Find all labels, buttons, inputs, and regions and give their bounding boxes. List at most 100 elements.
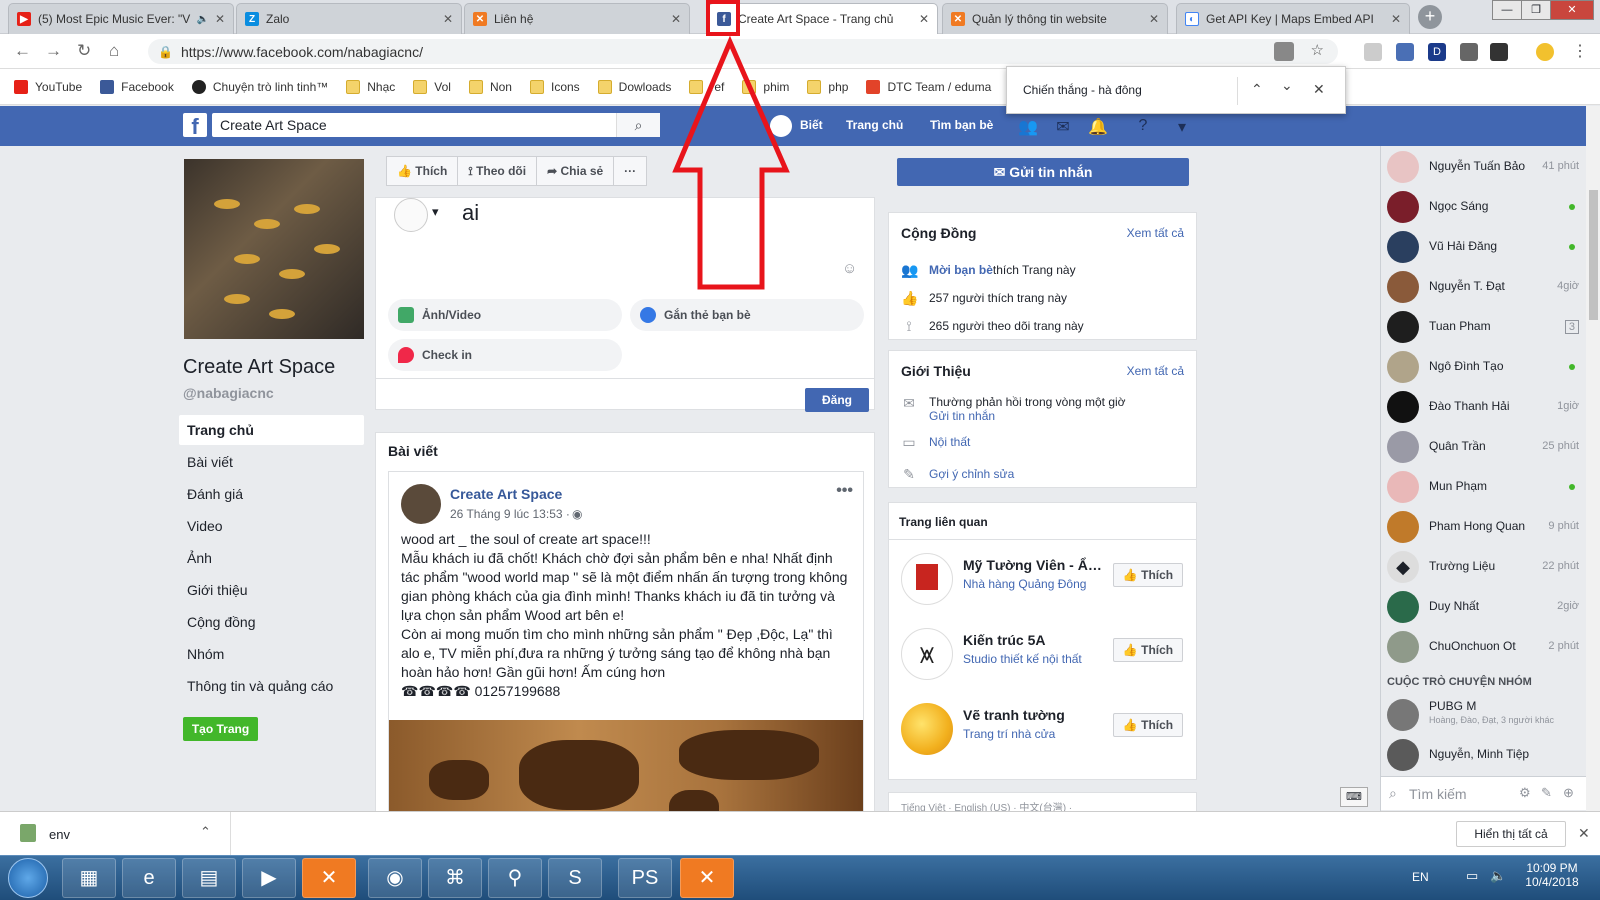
chat-contact[interactable]: Ngô Đình Tạo xyxy=(1381,346,1587,386)
notifications-icon[interactable]: 🔔 xyxy=(1088,117,1108,136)
compose-icon[interactable]: ✎ xyxy=(1541,785,1552,801)
related-page-name[interactable]: Vẽ tranh tường xyxy=(963,707,1108,723)
chat-contact[interactable]: Pham Hong Quan 9 phút xyxy=(1381,506,1587,546)
xampp-icon[interactable]: ✕ xyxy=(680,858,734,898)
search-icon[interactable]: ⌕ xyxy=(616,113,660,137)
page-scrollbar[interactable] xyxy=(1586,106,1600,811)
group-chat[interactable]: PUBG M Hoàng, Đào, Đạt, 3 người khác xyxy=(1381,694,1587,734)
chat-contact[interactable]: Ngọc Sáng xyxy=(1381,186,1587,226)
reload-icon[interactable]: ↻ xyxy=(77,41,91,61)
related-page-category[interactable]: Nhà hàng Quảng Đông xyxy=(963,577,1086,591)
minimize-button[interactable]: — xyxy=(1492,0,1522,20)
related-page-category[interactable]: Studio thiết kế nội thất xyxy=(963,652,1082,666)
more-button[interactable]: ··· xyxy=(613,156,648,186)
bookmark-youtube[interactable]: YouTube xyxy=(14,79,82,94)
related-page-item[interactable]: Mỹ Tường Viên - Ẩm ... Nhà hàng Quảng Đô… xyxy=(889,543,1198,613)
chat-contact[interactable]: Quân Trần 25 phút xyxy=(1381,426,1587,466)
chrome-icon[interactable]: ◉ xyxy=(368,858,422,898)
home-icon[interactable]: ⌂ xyxy=(109,41,119,61)
composer-text[interactable]: ai xyxy=(462,200,479,226)
bookmark-chuyen-tro[interactable]: Chuyện trò linh tinh™ xyxy=(191,79,328,94)
bookmark-facebook[interactable]: Facebook xyxy=(100,79,174,94)
close-icon[interactable]: ✕ xyxy=(1149,12,1159,26)
caret-down-icon[interactable]: ▾ xyxy=(1172,117,1192,136)
find-input[interactable]: Chiến thắng - hà đông xyxy=(1023,83,1142,97)
chat-contact[interactable]: Mun Phạm xyxy=(1381,466,1587,506)
language-indicator[interactable]: EN xyxy=(1412,870,1429,884)
profile-avatar-icon[interactable] xyxy=(1536,43,1554,61)
back-icon[interactable]: ← xyxy=(14,41,31,61)
bookmark-folder-nhac[interactable]: Nhạc xyxy=(346,79,395,94)
show-all-downloads-button[interactable]: Hiển thị tất cả xyxy=(1456,821,1566,847)
left-nav-reviews[interactable]: Đánh giá xyxy=(179,479,364,509)
clock[interactable]: 10:09 PM 10/4/2018 xyxy=(1522,861,1582,889)
like-button[interactable]: 👍 Thích xyxy=(386,156,459,186)
left-nav-community[interactable]: Cộng đồng xyxy=(179,607,364,637)
chat-contact[interactable]: ChuOnchuon Ot 2 phút xyxy=(1381,626,1587,666)
emoji-icon[interactable]: ☺ xyxy=(842,260,857,277)
related-page-name[interactable]: Kiến trúc 5A xyxy=(963,632,1108,648)
see-all-link[interactable]: Xem tất cả xyxy=(1127,226,1184,240)
xampp-icon[interactable]: ✕ xyxy=(302,858,356,898)
bookmark-folder-non[interactable]: Non xyxy=(468,79,512,94)
related-page-name[interactable]: Mỹ Tường Viên - Ẩm ... xyxy=(963,557,1108,573)
network-tool-icon[interactable]: ⌘ xyxy=(428,858,482,898)
close-icon[interactable]: ✕ xyxy=(215,12,225,26)
related-page-item[interactable]: ⩙ Kiến trúc 5A Studio thiết kế nội thất … xyxy=(889,618,1198,688)
related-like-button[interactable]: 👍 Thích xyxy=(1113,713,1183,737)
related-page-item[interactable]: Vẽ tranh tường Trang trí nhà cửa 👍 Thích xyxy=(889,693,1198,763)
nav-find-friends[interactable]: Tìm bạn bè xyxy=(930,118,993,132)
extension-icon[interactable] xyxy=(1364,43,1382,61)
start-button-icon[interactable] xyxy=(8,858,48,898)
left-nav-home[interactable]: Trang chủ xyxy=(179,415,364,445)
left-nav-groups[interactable]: Nhóm xyxy=(179,639,364,669)
suggest-edit-link[interactable]: Gợi ý chỉnh sửa xyxy=(929,467,1014,481)
chat-search-input[interactable]: ⌕ Tìm kiếm ⚙ ✎ ⊕ xyxy=(1381,776,1587,810)
page-handle[interactable]: @nabagiacnc xyxy=(183,385,274,401)
chat-contact[interactable]: Đào Thanh Hải 1giờ xyxy=(1381,386,1587,426)
chevron-up-icon[interactable]: ⌃ xyxy=(1251,81,1263,98)
chat-contact[interactable]: Tuan Pham 3 xyxy=(1381,306,1587,346)
extension-icon[interactable] xyxy=(1460,43,1478,61)
chat-contact[interactable]: Nguyễn Tuấn Bảo 41 phút xyxy=(1381,146,1587,186)
follow-button[interactable]: ⟟ Theo dõi xyxy=(457,156,538,186)
tab-youtube[interactable]: ▶ (5) Most Epic Music Ever: "V 🔈 ✕ xyxy=(8,3,234,34)
photo-video-button[interactable]: Ảnh/Video xyxy=(388,299,622,331)
share-button[interactable]: ➦ Chia sẻ xyxy=(536,156,615,186)
friend-requests-icon[interactable]: 👥 xyxy=(1018,117,1038,136)
taskbar-app-icon[interactable]: ▦ xyxy=(62,858,116,898)
bookmark-folder-vol[interactable]: Vol xyxy=(413,79,451,94)
nav-profile[interactable]: Biết xyxy=(800,118,823,132)
search-input[interactable]: Create Art Space xyxy=(212,113,660,137)
close-icon[interactable]: ✕ xyxy=(919,12,929,26)
tag-friends-button[interactable]: Gắn thẻ bạn bè xyxy=(630,299,864,331)
related-like-button[interactable]: 👍 Thích xyxy=(1113,563,1183,587)
check-in-button[interactable]: Check in xyxy=(388,339,622,371)
bookmark-folder-dowloads[interactable]: Dowloads xyxy=(597,79,671,94)
media-player-icon[interactable]: ▶ xyxy=(242,858,296,898)
related-like-button[interactable]: 👍 Thích xyxy=(1113,638,1183,662)
send-message-button[interactable]: ✉ Gửi tin nhắn xyxy=(897,158,1189,186)
close-icon[interactable]: ✕ xyxy=(1391,12,1401,26)
volume-icon[interactable]: 🔈 xyxy=(1490,868,1506,884)
left-nav-about[interactable]: Giới thiệu xyxy=(179,575,364,605)
file-explorer-icon[interactable]: ▤ xyxy=(182,858,236,898)
close-icon[interactable]: ✕ xyxy=(1578,825,1590,842)
extension-icon[interactable] xyxy=(1490,43,1508,61)
avatar[interactable] xyxy=(401,484,441,524)
maximize-button[interactable]: ❐ xyxy=(1521,0,1551,20)
left-nav-photos[interactable]: Ảnh xyxy=(179,543,364,573)
avatar[interactable] xyxy=(394,198,428,232)
chat-contact[interactable]: ◆ Trường Liệu 22 phút xyxy=(1381,546,1587,586)
close-icon[interactable]: ✕ xyxy=(443,12,453,26)
internet-explorer-icon[interactable]: e xyxy=(122,858,176,898)
category-link[interactable]: Nội thất xyxy=(929,435,970,449)
nav-home[interactable]: Trang chủ xyxy=(846,118,903,132)
tab-zalo[interactable]: Z Zalo ✕ xyxy=(236,3,462,34)
new-tab-button[interactable]: + xyxy=(1418,5,1442,29)
create-page-button[interactable]: Tạo Trang xyxy=(183,717,258,741)
menu-icon[interactable]: ⋮ xyxy=(1572,41,1588,61)
invite-friends-link[interactable]: Mời bạn bè xyxy=(929,263,993,277)
post-timestamp[interactable]: 26 Tháng 9 lúc 13:53 · xyxy=(450,507,570,521)
bookmark-dtc-team[interactable]: DTC Team / eduma xyxy=(866,79,991,94)
